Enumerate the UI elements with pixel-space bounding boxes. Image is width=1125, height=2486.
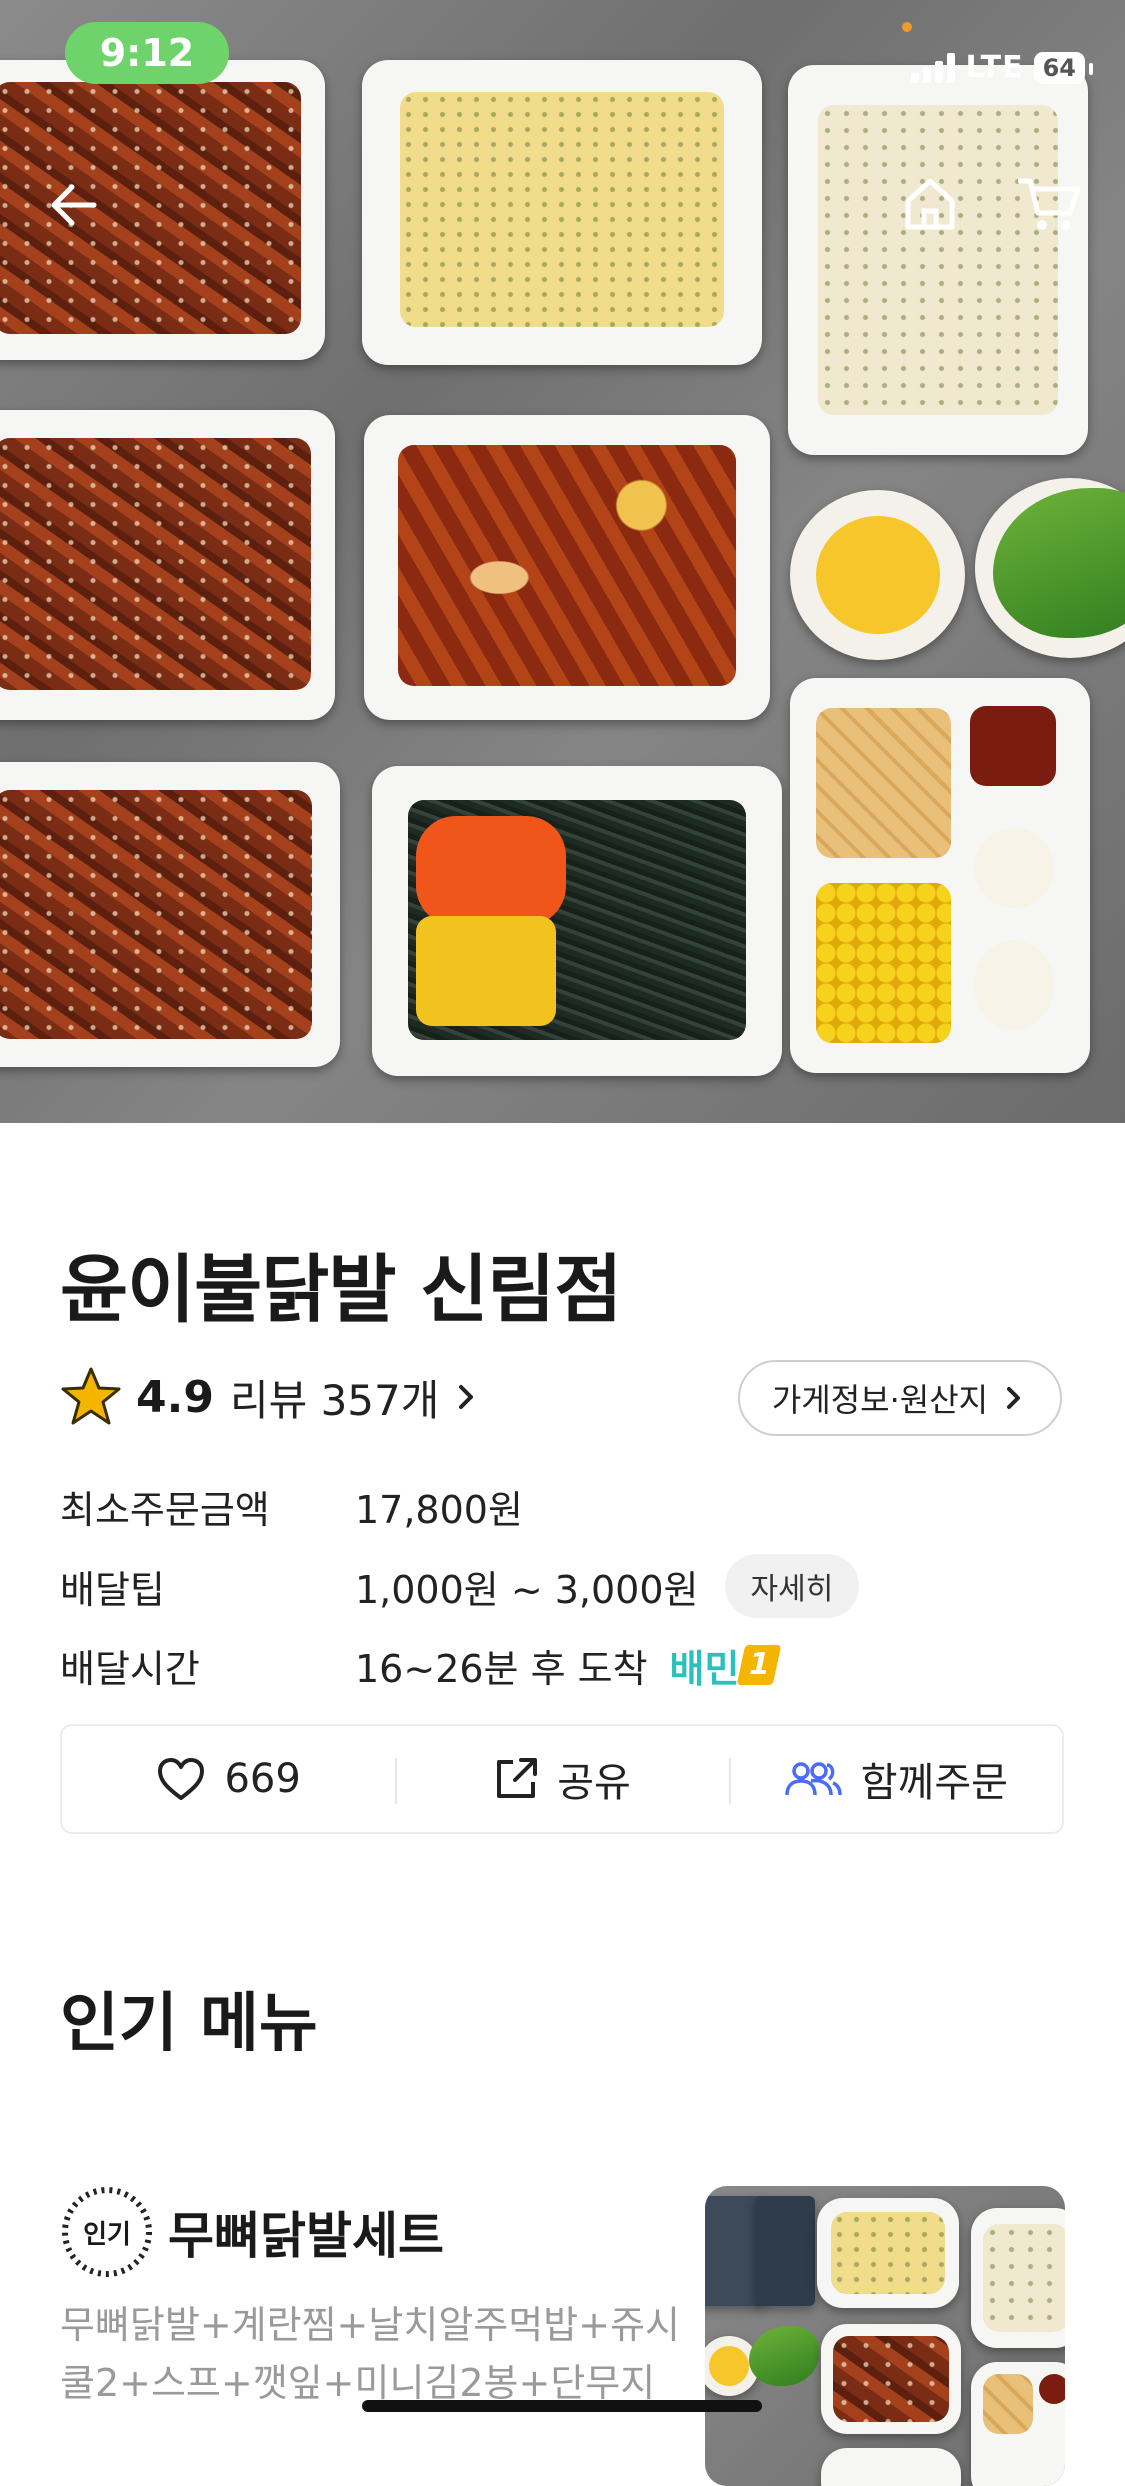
min-order-row: 최소주문금액 17,800원 (60, 1474, 523, 1538)
like-count: 669 (224, 1756, 301, 1802)
back-button[interactable] (34, 165, 114, 245)
baemin1-badge: 배민 1 (669, 1638, 782, 1693)
action-bar: 669 공유 함께주문 (60, 1724, 1064, 1834)
store-info-label: 가게정보·원산지 (771, 1381, 989, 1419)
popular-badge-label: 인기 (83, 2219, 131, 2250)
store-info-button[interactable]: 가게정보·원산지 (738, 1360, 1062, 1436)
group-order-label: 함께주문 (860, 1760, 1008, 1806)
delivery-time-value: 16~26분 후 도착 (355, 1646, 648, 1691)
chevron-right-icon (1007, 1387, 1021, 1409)
delivery-tip-row: 배달팁 1,000원 ~ 3,000원 자세히 (60, 1554, 860, 1618)
reviews-link[interactable]: 리뷰 357개 (230, 1367, 483, 1428)
rating-value: 4.9 (136, 1371, 214, 1423)
delivery-time-row: 배달시간 16~26분 후 도착 배민 1 (60, 1633, 782, 1697)
popular-badge: 인기 (60, 2185, 154, 2279)
network-label: LTE (965, 50, 1024, 85)
min-order-label: 최소주문금액 (60, 1487, 270, 1532)
store-name: 윤이불닭발 신림점 (60, 1247, 622, 1333)
status-time: 9:12 (65, 22, 229, 84)
home-button[interactable] (890, 163, 970, 243)
back-arrow-icon (51, 184, 97, 226)
home-indicator[interactable] (362, 2400, 762, 2412)
group-icon (784, 1762, 842, 1796)
star-icon (61, 1367, 121, 1425)
signal-icon (911, 52, 956, 83)
share-button[interactable]: 공유 (395, 1726, 728, 1832)
share-icon (497, 1758, 538, 1798)
reviews-label: 리뷰 357개 (229, 1375, 440, 1425)
delivery-tip-detail-button[interactable]: 자세히 (724, 1554, 860, 1618)
cart-button[interactable] (1010, 163, 1090, 243)
delivery-time-label: 배달시간 (60, 1646, 200, 1691)
cart-icon (1018, 178, 1081, 230)
group-order-button[interactable]: 함께주문 (728, 1726, 1062, 1832)
min-order-value: 17,800원 (355, 1487, 523, 1532)
baemin1-number: 1 (737, 1645, 782, 1685)
delivery-tip-label: 배달팁 (60, 1567, 165, 1612)
home-icon (905, 178, 955, 230)
privacy-indicator (902, 22, 912, 32)
share-label: 공유 (557, 1760, 631, 1806)
like-button[interactable]: 669 (62, 1726, 395, 1832)
chevron-right-icon (459, 1385, 474, 1409)
menu-item-image (705, 2186, 1065, 2486)
popular-menu-title: 인기 메뉴 (60, 1987, 318, 2061)
rating-row[interactable]: 4.9 리뷰 357개 (60, 1362, 483, 1432)
battery-icon: 64 (1033, 51, 1094, 84)
store-hero-image: 9:12 LTE 64 (0, 0, 1125, 1123)
baemin1-text: 배민 (669, 1646, 740, 1691)
heart-icon (158, 1758, 205, 1800)
menu-item-name: 무뼈닭발세트 (168, 2207, 444, 2265)
menu-item-description: 무뼈닭발+계란찜+날치알주먹밥+쥬시쿨2+스프+깻잎+미니김2봉+단무지 (60, 2303, 680, 2405)
status-indicators: LTE 64 (911, 50, 1094, 85)
delivery-tip-value: 1,000원 ~ 3,000원 (355, 1567, 699, 1612)
